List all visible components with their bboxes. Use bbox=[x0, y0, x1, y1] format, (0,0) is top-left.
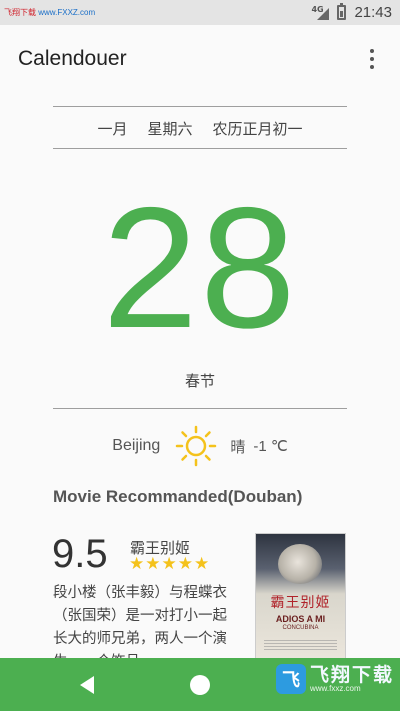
movie-poster[interactable]: 霸王别姬 ADIOS A MI CONCUBINA bbox=[255, 533, 346, 660]
status-bar: 飞翔下载 www.FXXZ.com 4G 21:43 bbox=[0, 0, 400, 25]
star-icon: ★ bbox=[129, 554, 145, 574]
divider-date bbox=[53, 148, 347, 149]
watermark-top-text: 飞翔下载 bbox=[4, 8, 36, 17]
home-circle-icon[interactable] bbox=[190, 675, 210, 695]
battery-icon bbox=[337, 3, 347, 20]
weather-condition: 晴 bbox=[230, 437, 246, 456]
lunar-date-label: 农历正月初一 bbox=[212, 119, 303, 138]
day-number: 28 bbox=[102, 172, 298, 364]
star-icon: ★ bbox=[194, 554, 210, 574]
festival-label: 春节 bbox=[184, 372, 215, 390]
poster-title-en2: CONCUBINA bbox=[282, 625, 319, 631]
back-triangle-icon[interactable] bbox=[80, 676, 94, 694]
star-rating: ★ ★ ★ ★ ★ bbox=[129, 554, 209, 574]
more-vert-icon[interactable] bbox=[362, 47, 382, 71]
app-bar: Calendouer bbox=[0, 25, 400, 92]
watermark-bottom-text: 飞翔下载 bbox=[309, 663, 394, 686]
poster-title-en: ADIOS A MI bbox=[275, 614, 326, 624]
weather-row: Beijing 晴 -1 ℃ bbox=[0, 424, 400, 468]
month-label: 一月 bbox=[97, 119, 128, 138]
star-icon: ★ bbox=[177, 554, 193, 574]
city-label: Beijing bbox=[112, 437, 161, 454]
sun-icon bbox=[176, 425, 217, 467]
status-time: 21:43 bbox=[354, 4, 392, 21]
movie-rating: 9.5 bbox=[52, 532, 108, 576]
watermark-bottom: 飞 飞翔下载 www.fxxz.com bbox=[275, 663, 394, 694]
divider-top bbox=[53, 106, 347, 107]
watermark-top: 飞翔下载 www.FXXZ.com bbox=[4, 7, 95, 18]
date-line: 一月 星期六 农历正月初一 bbox=[53, 108, 347, 148]
navigation-bar: 飞 飞翔下载 www.fxxz.com bbox=[0, 658, 400, 711]
star-icon: ★ bbox=[161, 554, 177, 574]
watermark-bottom-url: www.fxxz.com bbox=[309, 683, 361, 693]
divider-weather bbox=[53, 408, 347, 409]
watermark-top-url: www.FXXZ.com bbox=[38, 8, 96, 17]
temperature-label: -1 ℃ bbox=[253, 438, 288, 455]
star-icon: ★ bbox=[145, 554, 161, 574]
app-title: Calendouer bbox=[18, 46, 127, 70]
watermark-logo: 飞 bbox=[275, 664, 306, 694]
movie-section-title: Movie Recommanded(Douban) bbox=[53, 487, 303, 506]
status-icons: 4G 21:43 bbox=[311, 3, 392, 21]
weekday-label: 星期六 bbox=[147, 119, 193, 138]
poster-title-cn: 霸王别姬 bbox=[270, 595, 331, 611]
signal-icon: 4G bbox=[311, 5, 330, 20]
